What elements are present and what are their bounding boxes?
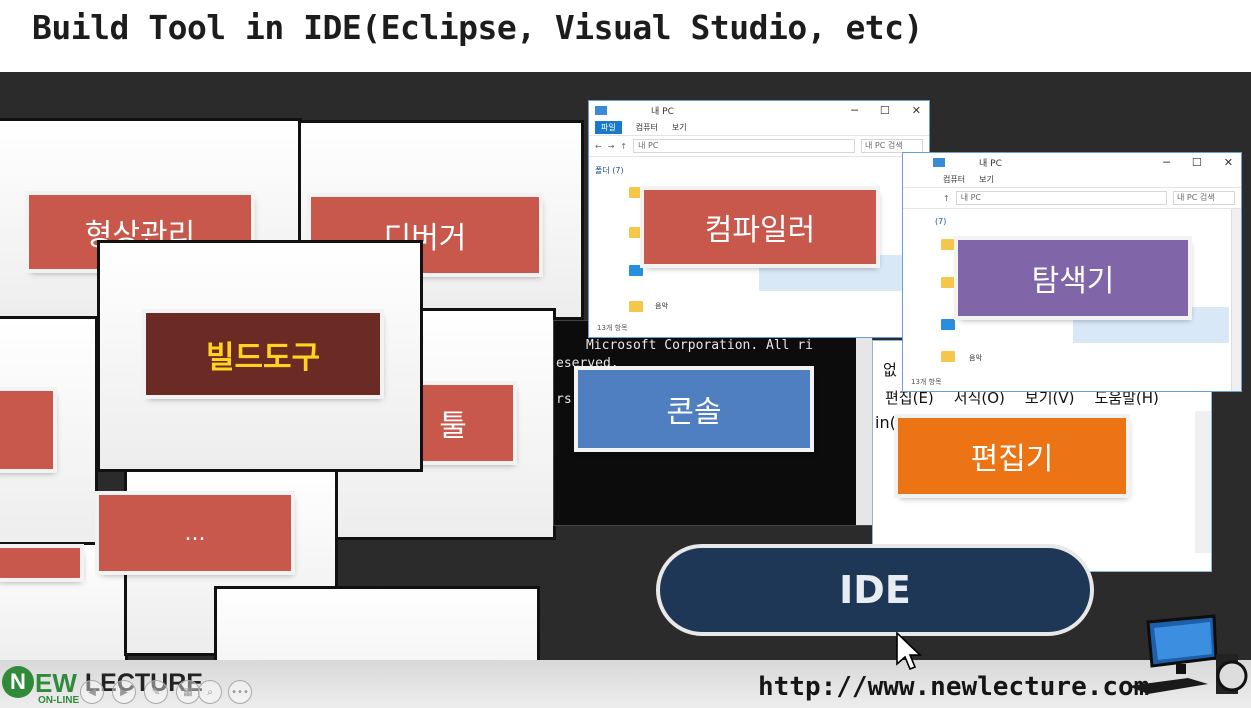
minimize-icon[interactable]: ─ <box>851 104 858 117</box>
tile-explorer-label: 탐색기 <box>1031 264 1115 299</box>
explorer-1-section: 폴더 (7) <box>595 166 624 175</box>
console-scrollbar[interactable] <box>856 321 872 525</box>
ribbon-tab-file[interactable]: 파일 <box>595 120 622 134</box>
explorer-2-titlebar: 내 PC ─ ☐ ✕ <box>903 153 1241 171</box>
tile-tools-label: 툴 <box>439 409 467 444</box>
logo-subtitle: ON-LINE <box>38 695 80 706</box>
close-icon[interactable]: ✕ <box>1224 156 1233 169</box>
explorer-1-ribbon: 파일 컴퓨터 보기 <box>589 119 929 135</box>
close-icon[interactable]: ✕ <box>912 104 921 117</box>
minimize-icon[interactable]: ─ <box>1163 156 1170 169</box>
prev-slide-icon[interactable]: ◀ <box>80 680 104 704</box>
mouse-cursor-icon <box>896 632 922 671</box>
ribbon-tab-computer[interactable]: 컴퓨터 <box>636 122 658 133</box>
computer-icon <box>933 157 945 167</box>
folder-icon[interactable] <box>629 265 643 276</box>
more-options-icon[interactable]: ••• <box>228 680 252 704</box>
tile-left-bottom <box>0 548 80 578</box>
ide-pill: IDE <box>656 544 1094 636</box>
ribbon-tab-computer[interactable]: 컴퓨터 <box>943 174 965 185</box>
logo-ew: EW <box>35 668 77 698</box>
explorer-1-music[interactable]: 음악 <box>655 301 668 311</box>
tile-console-label: 콘솔 <box>666 395 722 430</box>
ide-label: IDE <box>839 568 911 612</box>
slide-title: Build Tool in IDE(Eclipse, Visual Studio… <box>32 8 923 47</box>
up-icon[interactable]: ↑ <box>943 194 950 203</box>
explorer-2-ribbon: 컴퓨터 보기 <box>903 171 1241 187</box>
notepad-scrollbar[interactable] <box>1195 411 1211 553</box>
tile-console: 콘솔 <box>578 370 810 448</box>
music-folder-icon[interactable] <box>941 351 955 362</box>
search-field[interactable]: 내 PC 검색 <box>1173 191 1235 205</box>
logo-n: N <box>2 666 34 698</box>
slide-stage: 형상관리 디버거 툴 ... 빌드도구 Microsoft Corporatio… <box>0 72 1251 708</box>
slide-header: Build Tool in IDE(Eclipse, Visual Studio… <box>0 0 1251 72</box>
back-icon[interactable]: ← <box>595 142 602 151</box>
maximize-icon[interactable]: ☐ <box>1192 156 1202 169</box>
address-field[interactable]: 내 PC <box>633 139 855 153</box>
notepad-title-fragment: 없 <box>883 361 897 379</box>
folder-icon[interactable] <box>629 187 643 198</box>
folder-icon[interactable] <box>629 227 643 238</box>
slides-icon[interactable]: ▦ <box>176 680 200 704</box>
explorer-1-title: 내 PC <box>651 106 674 117</box>
explorer-1-addressbar: ← → ↑ 내 PC 내 PC 검색 <box>589 135 929 157</box>
explorer-2-scrollbar[interactable] <box>1231 209 1241 391</box>
maximize-icon[interactable]: ☐ <box>880 104 890 117</box>
card-build-tool: 빌드도구 <box>97 240 423 472</box>
address-field[interactable]: 내 PC <box>955 191 1167 205</box>
tile-build-tool-label: 빌드도구 <box>205 339 321 376</box>
explorer-2-music[interactable]: 음악 <box>969 353 982 363</box>
card-left-lower <box>0 316 98 550</box>
computer-icon <box>1128 614 1248 694</box>
explorer-2-section: (7) <box>935 217 947 226</box>
tile-compiler: 컴파일러 <box>644 190 876 264</box>
explorer-1-status: 13개 항목 <box>597 324 628 332</box>
forward-icon[interactable]: → <box>608 142 615 151</box>
tile-compiler-label: 컴파일러 <box>704 213 816 248</box>
explorer-2-title: 내 PC <box>979 158 1002 169</box>
explorer-2-status: 13개 항목 <box>911 378 942 386</box>
notepad-text[interactable]: in( <box>875 413 896 432</box>
zoom-icon[interactable]: ⌕ <box>198 680 222 704</box>
folder-icon[interactable] <box>941 319 955 330</box>
site-url[interactable]: http://www.newlecture.com <box>758 672 1149 702</box>
tile-build-tool: 빌드도구 <box>146 313 380 395</box>
folder-icon[interactable] <box>941 239 955 250</box>
console-line-1: Microsoft Corporation. All ri <box>586 338 813 353</box>
tile-explorer: 탐색기 <box>958 240 1188 316</box>
folder-icon[interactable] <box>941 277 955 288</box>
up-icon[interactable]: ↑ <box>620 142 627 151</box>
tile-editor: 편집기 <box>898 418 1126 494</box>
next-slide-icon[interactable]: ▶ <box>112 680 136 704</box>
tile-more: ... <box>99 495 291 571</box>
tile-left-lower <box>0 391 53 469</box>
music-folder-icon[interactable] <box>629 301 643 312</box>
ribbon-tab-view[interactable]: 보기 <box>979 174 994 185</box>
pen-icon[interactable]: ✎ <box>144 680 168 704</box>
ribbon-tab-view[interactable]: 보기 <box>672 122 687 133</box>
explorer-2-addressbar: ↑ 내 PC 내 PC 검색 <box>903 187 1241 209</box>
footer-bar: N EW LECTURE ON-LINE ◀ ▶ ✎ ▦ ⌕ ••• http:… <box>0 660 1251 708</box>
computer-icon <box>595 105 607 115</box>
explorer-1-titlebar: 내 PC ─ ☐ ✕ <box>589 101 929 119</box>
console-line-3: rs <box>556 392 572 407</box>
search-field[interactable]: 내 PC 검색 <box>861 139 923 153</box>
tile-more-label: ... <box>184 520 206 546</box>
tile-editor-label: 편집기 <box>970 442 1054 477</box>
